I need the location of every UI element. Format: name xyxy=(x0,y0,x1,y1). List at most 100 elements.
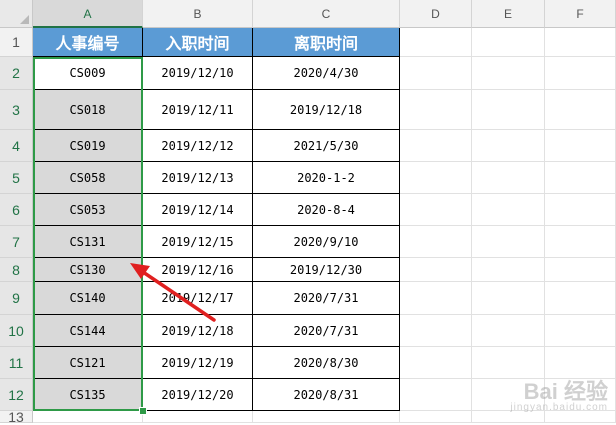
employee-id-cell[interactable]: CS019 xyxy=(33,130,143,162)
employee-id-cell[interactable]: CS121 xyxy=(33,347,143,379)
hire-date-cell[interactable]: 2019/12/12 xyxy=(143,130,253,162)
cell-d6[interactable] xyxy=(400,194,472,226)
column-header-b[interactable]: B xyxy=(143,0,253,28)
row-header-2[interactable]: 2 xyxy=(0,57,33,90)
cell-f4[interactable] xyxy=(545,130,616,162)
cell-f3[interactable] xyxy=(545,90,616,130)
column-header-c[interactable]: C xyxy=(253,0,400,28)
cell-d7[interactable] xyxy=(400,226,472,258)
row-header-13[interactable]: 13 xyxy=(0,409,33,425)
cell-f5[interactable] xyxy=(545,162,616,194)
cell-f10[interactable] xyxy=(545,315,616,347)
cell-e8[interactable] xyxy=(472,258,545,282)
cell-f1[interactable] xyxy=(545,28,616,57)
cell-d12[interactable] xyxy=(400,379,472,411)
row-header-10[interactable]: 10 xyxy=(0,315,33,347)
row-header-6[interactable]: 6 xyxy=(0,194,33,226)
leave-date-cell[interactable]: 2020/4/30 xyxy=(253,57,400,90)
employee-id-cell[interactable]: CS009 xyxy=(33,57,143,90)
cell-f7[interactable] xyxy=(545,226,616,258)
leave-date-cell[interactable]: 2019/12/30 xyxy=(253,258,400,282)
leave-date-cell[interactable]: 2020-8-4 xyxy=(253,194,400,226)
cell-e9[interactable] xyxy=(472,282,545,315)
row-header-8[interactable]: 8 xyxy=(0,258,33,282)
cell-d1[interactable] xyxy=(400,28,472,57)
employee-id-cell[interactable]: CS053 xyxy=(33,194,143,226)
leave-date-cell[interactable]: 2020-1-2 xyxy=(253,162,400,194)
cell-d13[interactable] xyxy=(400,411,472,423)
cell-d5[interactable] xyxy=(400,162,472,194)
leave-date-cell[interactable]: 2019/12/18 xyxy=(253,90,400,130)
cell-f11[interactable] xyxy=(545,347,616,379)
table-header-cell[interactable]: 入职时间 xyxy=(143,28,253,57)
employee-id-cell[interactable]: CS018 xyxy=(33,90,143,130)
cell-e5[interactable] xyxy=(472,162,545,194)
cell-c13[interactable] xyxy=(253,411,400,423)
cell-e4[interactable] xyxy=(472,130,545,162)
leave-date-cell[interactable]: 2020/8/30 xyxy=(253,347,400,379)
cell-e3[interactable] xyxy=(472,90,545,130)
watermark-main: Bai 经验 xyxy=(523,379,608,404)
cell-e6[interactable] xyxy=(472,194,545,226)
select-all-corner[interactable] xyxy=(0,0,33,28)
hire-date-cell[interactable]: 2019/12/15 xyxy=(143,226,253,258)
watermark: Bai 经验 jingyan.baidu.com xyxy=(510,381,608,413)
cell-b13[interactable] xyxy=(143,411,253,423)
hire-date-cell[interactable]: 2019/12/20 xyxy=(143,379,253,411)
row-header-3[interactable]: 3 xyxy=(0,90,33,130)
cell-e7[interactable] xyxy=(472,226,545,258)
hire-date-cell[interactable]: 2019/12/13 xyxy=(143,162,253,194)
cell-d2[interactable] xyxy=(400,57,472,90)
table-header-cell[interactable]: 人事编号 xyxy=(33,28,143,57)
employee-id-cell[interactable]: CS130 xyxy=(33,258,143,282)
hire-date-cell[interactable]: 2019/12/14 xyxy=(143,194,253,226)
cell-d4[interactable] xyxy=(400,130,472,162)
column-header-a[interactable]: A xyxy=(33,0,143,28)
cell-d11[interactable] xyxy=(400,347,472,379)
employee-id-cell[interactable]: CS058 xyxy=(33,162,143,194)
cell-f6[interactable] xyxy=(545,194,616,226)
employee-id-cell[interactable]: CS135 xyxy=(33,379,143,411)
row-header-7[interactable]: 7 xyxy=(0,226,33,258)
leave-date-cell[interactable]: 2021/5/30 xyxy=(253,130,400,162)
select-all-triangle-icon xyxy=(20,15,29,24)
hire-date-cell[interactable]: 2019/12/10 xyxy=(143,57,253,90)
cell-d3[interactable] xyxy=(400,90,472,130)
cell-f9[interactable] xyxy=(545,282,616,315)
row-header-5[interactable]: 5 xyxy=(0,162,33,194)
table-header-cell[interactable]: 离职时间 xyxy=(253,28,400,57)
row-header-1[interactable]: 1 xyxy=(0,28,33,57)
column-header-d[interactable]: D xyxy=(400,0,472,28)
spreadsheet-grid: A B C D E F 1 2 3 4 5 6 7 8 9 10 11 12 13 人事编号 入职时间 离职时间 CS009… xyxy=(0,0,616,425)
row-header-4[interactable]: 4 xyxy=(0,130,33,162)
hire-date-cell[interactable]: 2019/12/17 xyxy=(143,282,253,315)
cell-d10[interactable] xyxy=(400,315,472,347)
column-header-e[interactable]: E xyxy=(472,0,545,28)
employee-id-cell[interactable]: CS140 xyxy=(33,282,143,315)
cell-f8[interactable] xyxy=(545,258,616,282)
employee-id-cell[interactable]: CS144 xyxy=(33,315,143,347)
cell-e1[interactable] xyxy=(472,28,545,57)
hire-date-cell[interactable]: 2019/12/16 xyxy=(143,258,253,282)
watermark-sub: jingyan.baidu.com xyxy=(510,402,608,413)
cell-e11[interactable] xyxy=(472,347,545,379)
fill-handle[interactable] xyxy=(139,407,147,415)
leave-date-cell[interactable]: 2020/7/31 xyxy=(253,282,400,315)
leave-date-cell[interactable]: 2020/8/31 xyxy=(253,379,400,411)
cell-a13[interactable] xyxy=(33,411,143,423)
hire-date-cell[interactable]: 2019/12/19 xyxy=(143,347,253,379)
cell-d9[interactable] xyxy=(400,282,472,315)
hire-date-cell[interactable]: 2019/12/11 xyxy=(143,90,253,130)
leave-date-cell[interactable]: 2020/7/31 xyxy=(253,315,400,347)
cell-d8[interactable] xyxy=(400,258,472,282)
cell-e2[interactable] xyxy=(472,57,545,90)
cell-e10[interactable] xyxy=(472,315,545,347)
hire-date-cell[interactable]: 2019/12/18 xyxy=(143,315,253,347)
cell-f2[interactable] xyxy=(545,57,616,90)
row-header-9[interactable]: 9 xyxy=(0,282,33,315)
row-header-12[interactable]: 12 xyxy=(0,379,33,411)
leave-date-cell[interactable]: 2020/9/10 xyxy=(253,226,400,258)
column-header-f[interactable]: F xyxy=(545,0,616,28)
row-header-11[interactable]: 11 xyxy=(0,347,33,379)
employee-id-cell[interactable]: CS131 xyxy=(33,226,143,258)
